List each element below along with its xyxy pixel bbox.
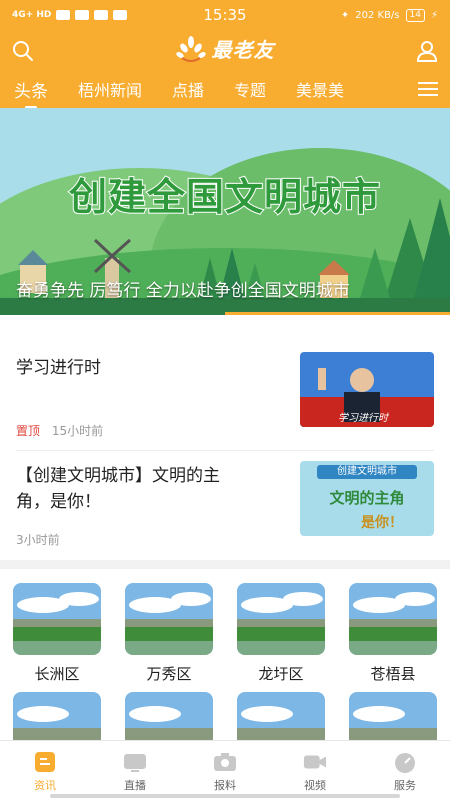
tab-vod[interactable]: 点播 <box>172 77 204 101</box>
tab-wuzhou-news[interactable]: 梧州新闻 <box>78 77 142 101</box>
news-icon <box>33 751 57 773</box>
district-name: 万秀区 <box>146 665 192 683</box>
district-item[interactable] <box>12 692 102 740</box>
district-photo <box>237 692 325 740</box>
news-list: 学习进行时 置顶 15小时前 学习进行时 【创建文明城市】文明的主 角，是你！ … <box>0 315 450 560</box>
app-logo: 最老友 <box>0 34 450 63</box>
news-title-line: 【创建文明城市】文明的主 <box>16 466 220 486</box>
district-item[interactable] <box>124 692 214 740</box>
district-item-longxu[interactable]: 龙圩区 <box>236 583 326 684</box>
nav-news[interactable]: 资讯 <box>0 741 90 800</box>
tab-scenery[interactable]: 美景美 <box>296 77 344 101</box>
district-item[interactable] <box>348 692 438 740</box>
user-icon[interactable] <box>414 38 440 64</box>
news-item[interactable]: 【创建文明城市】文明的主 角，是你！ 3小时前 创建文明城市 文明的主角 是你！ <box>0 451 450 560</box>
app-icon <box>94 10 109 20</box>
nav-label: 报料 <box>214 779 236 792</box>
status-left: 4G+ HD <box>12 9 128 20</box>
status-right: ✦ 202 KB/s 14 ⚡ <box>340 8 438 22</box>
district-photo <box>125 692 213 740</box>
nav-label: 直播 <box>124 779 146 792</box>
menu-icon[interactable] <box>406 70 450 108</box>
app-header: 最老友 <box>0 30 450 70</box>
message-icon <box>75 10 90 20</box>
pinned-badge: 置顶 <box>16 424 41 438</box>
thumbnail-text: 是你！ <box>361 515 403 531</box>
video-app-icon <box>113 10 128 20</box>
logo-text: 最老友 <box>211 38 275 62</box>
nav-report[interactable]: 报料 <box>180 741 270 800</box>
nav-video[interactable]: 视频 <box>270 741 360 800</box>
district-photo <box>125 583 213 655</box>
wheat-logo-icon <box>175 35 206 62</box>
district-grid: 长洲区 万秀区 龙圩区 苍梧县 <box>0 569 450 740</box>
district-item-cangwu[interactable]: 苍梧县 <box>348 583 438 684</box>
nav-label: 服务 <box>394 779 416 792</box>
banner-caption: 奋勇争先 厉笃行 全力以赴争创全国文明城市 <box>16 281 350 301</box>
news-time: 3小时前 <box>16 533 60 547</box>
district-name: 苍梧县 <box>370 665 416 683</box>
charging-icon: ⚡ <box>430 9 438 21</box>
nav-label: 资讯 <box>34 779 56 792</box>
news-time: 15小时前 <box>51 424 104 438</box>
news-thumbnail: 创建文明城市 文明的主角 是你！ <box>300 461 434 536</box>
district-name: 长洲区 <box>34 665 80 683</box>
network-speed: 202 KB/s <box>355 9 400 21</box>
banner-title: 创建全国文明城市 <box>68 174 381 220</box>
thumbnail-caption: 学习进行时 <box>338 413 388 424</box>
battery-level: 14 <box>405 8 425 22</box>
video-icon <box>303 751 327 773</box>
district-photo <box>349 583 437 655</box>
nav-service[interactable]: 服务 <box>360 741 450 800</box>
district-item[interactable] <box>236 692 326 740</box>
bottom-nav: 资讯 直播 报料 视频 服务 <box>0 740 450 800</box>
network-indicator: 4G+ HD <box>12 9 52 20</box>
district-item-changzhou[interactable]: 长洲区 <box>12 583 102 684</box>
tab-topics[interactable]: 专题 <box>234 77 266 101</box>
mail-icon <box>56 10 71 20</box>
district-name: 龙圩区 <box>258 665 304 683</box>
district-photo <box>237 583 325 655</box>
news-thumbnail: 学习进行时 <box>300 352 434 427</box>
channel-tabs: 头条 梧州新闻 点播 专题 美景美 <box>0 70 450 108</box>
news-title: 学习进行时 <box>16 358 101 378</box>
bluetooth-icon: ✦ <box>340 9 350 21</box>
camera-icon <box>213 751 237 773</box>
news-title: 【创建文明城市】文明的主 角，是你！ <box>16 463 286 515</box>
thumbnail-heading: 创建文明城市 <box>317 465 417 479</box>
district-item-wanxiu[interactable]: 万秀区 <box>124 583 214 684</box>
service-icon <box>393 751 417 773</box>
news-meta: 置顶 15小时前 <box>16 422 103 439</box>
news-item[interactable]: 学习进行时 置顶 15小时前 学习进行时 <box>0 315 450 450</box>
news-title-line: 角，是你！ <box>16 492 101 512</box>
district-photo <box>349 692 437 740</box>
home-indicator[interactable] <box>50 794 400 798</box>
nav-live[interactable]: 直播 <box>90 741 180 800</box>
district-photo <box>13 583 101 655</box>
district-photo <box>13 692 101 740</box>
banner-carousel[interactable]: 创建全国文明城市 奋勇争先 厉笃行 全力以赴争创全国文明城市 <box>0 108 450 315</box>
nav-label: 视频 <box>304 779 326 792</box>
thumbnail-text: 文明的主角 <box>329 489 405 507</box>
tv-icon <box>123 751 147 773</box>
status-bar: 4G+ HD 15:35 ✦ 202 KB/s 14 ⚡ <box>0 0 450 30</box>
tab-headline[interactable]: 头条 <box>14 77 48 108</box>
